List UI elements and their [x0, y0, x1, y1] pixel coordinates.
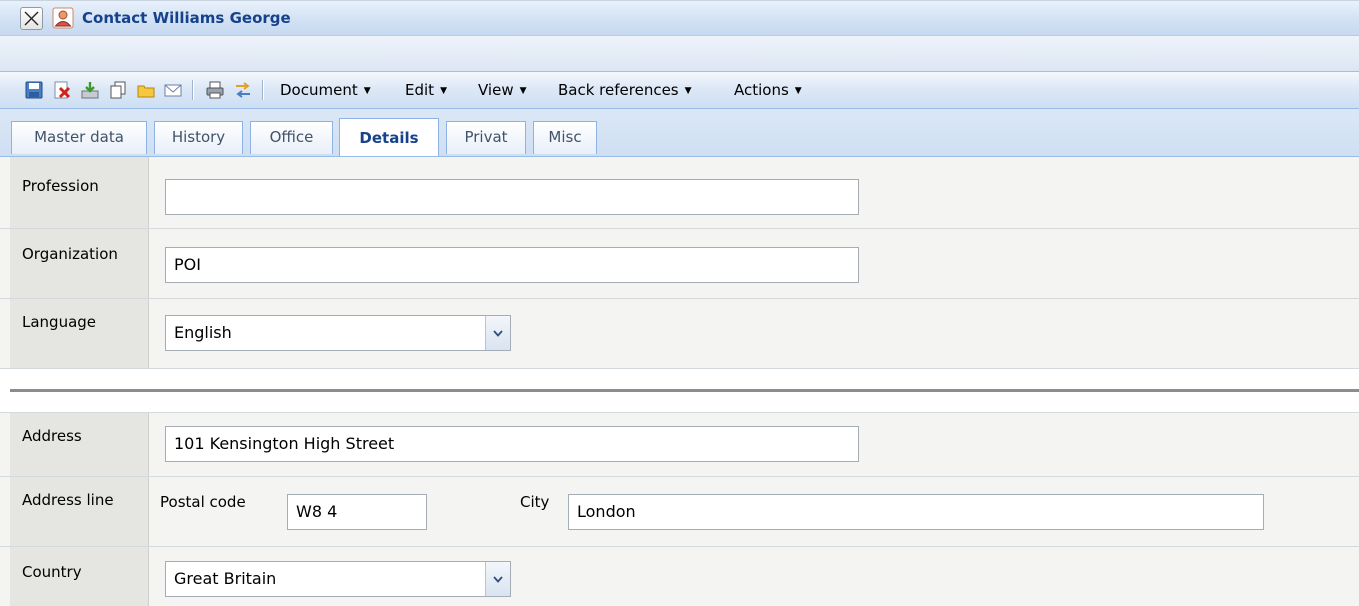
- address-line-label: Address line: [22, 491, 114, 509]
- tab-details[interactable]: Details: [339, 118, 439, 156]
- toolbar-separator: [262, 80, 263, 100]
- header-band: [0, 36, 1359, 71]
- address-row: Address 101 Kensington High Street: [0, 413, 1359, 477]
- window-title-bar: Contact Williams George: [0, 0, 1359, 36]
- delete-icon[interactable]: [52, 80, 72, 100]
- tab-master-data[interactable]: Master data: [11, 121, 147, 154]
- chevron-down-icon: ▼: [363, 86, 371, 96]
- country-select[interactable]: Great Britain: [165, 561, 511, 597]
- close-icon[interactable]: [20, 7, 43, 30]
- toolbar: Document ▼ Edit ▼ View ▼ Back references ▼ A…: [0, 71, 1359, 109]
- tab-history[interactable]: History: [154, 121, 243, 154]
- organization-label: Organization: [22, 245, 118, 263]
- language-value: English: [174, 323, 232, 342]
- chevron-down-icon[interactable]: [485, 316, 510, 350]
- download-icon[interactable]: [80, 80, 100, 100]
- details-form: Profession Organization POI Language Eng…: [0, 157, 1359, 606]
- copy-icon[interactable]: [108, 80, 128, 100]
- save-icon[interactable]: [24, 80, 44, 100]
- chevron-down-icon: ▼: [684, 86, 692, 96]
- menu-document[interactable]: Document ▼: [280, 81, 371, 99]
- country-value: Great Britain: [174, 569, 277, 588]
- address-label: Address: [22, 427, 82, 445]
- window-title: Contact Williams George: [82, 9, 291, 27]
- tab-misc[interactable]: Misc: [533, 121, 597, 154]
- language-label: Language: [22, 313, 97, 331]
- section-divider-row: [0, 369, 1359, 413]
- profession-row: Profession: [0, 157, 1359, 229]
- section-divider: [10, 389, 1359, 392]
- organization-row: Organization POI: [0, 229, 1359, 299]
- city-value: London: [577, 502, 636, 521]
- tab-office[interactable]: Office: [250, 121, 333, 154]
- postal-code-value: W8 4: [296, 502, 338, 521]
- country-row: Country Great Britain: [0, 547, 1359, 606]
- menu-edit[interactable]: Edit ▼: [405, 81, 447, 99]
- chevron-down-icon: ▼: [794, 86, 802, 96]
- organization-value: POI: [174, 255, 201, 274]
- menu-view[interactable]: View ▼: [478, 81, 527, 99]
- label-cell: [10, 299, 149, 368]
- contact-person-icon: [52, 7, 74, 29]
- folder-icon[interactable]: [136, 80, 156, 100]
- profession-label: Profession: [22, 177, 99, 195]
- chevron-down-icon: ▼: [519, 86, 527, 96]
- menu-actions[interactable]: Actions ▼: [734, 81, 802, 99]
- chevron-down-icon: ▼: [440, 86, 447, 96]
- label-cell: [10, 477, 149, 546]
- language-row: Language English: [0, 299, 1359, 369]
- address-value: 101 Kensington High Street: [174, 434, 395, 453]
- print-icon[interactable]: [205, 80, 225, 100]
- toolbar-separator: [192, 80, 193, 100]
- country-label: Country: [22, 563, 82, 581]
- language-select[interactable]: English: [165, 315, 511, 351]
- chevron-down-icon[interactable]: [485, 562, 510, 596]
- postal-code-label: Postal code: [160, 493, 246, 511]
- city-field[interactable]: London: [568, 494, 1264, 530]
- postal-code-field[interactable]: W8 4: [287, 494, 427, 530]
- organization-field[interactable]: POI: [165, 247, 859, 283]
- transfer-icon[interactable]: [233, 80, 253, 100]
- profession-field[interactable]: [165, 179, 859, 215]
- city-label: City: [520, 493, 550, 511]
- tab-privat[interactable]: Privat: [446, 121, 526, 154]
- menu-back-references[interactable]: Back references ▼: [558, 81, 692, 99]
- address-line-row: Address line Postal code W8 4 City Londo…: [0, 477, 1359, 547]
- tab-strip: Master data History Office Details Priva…: [0, 109, 1359, 157]
- address-field[interactable]: 101 Kensington High Street: [165, 426, 859, 462]
- email-icon[interactable]: [163, 80, 183, 100]
- label-cell: [10, 229, 149, 298]
